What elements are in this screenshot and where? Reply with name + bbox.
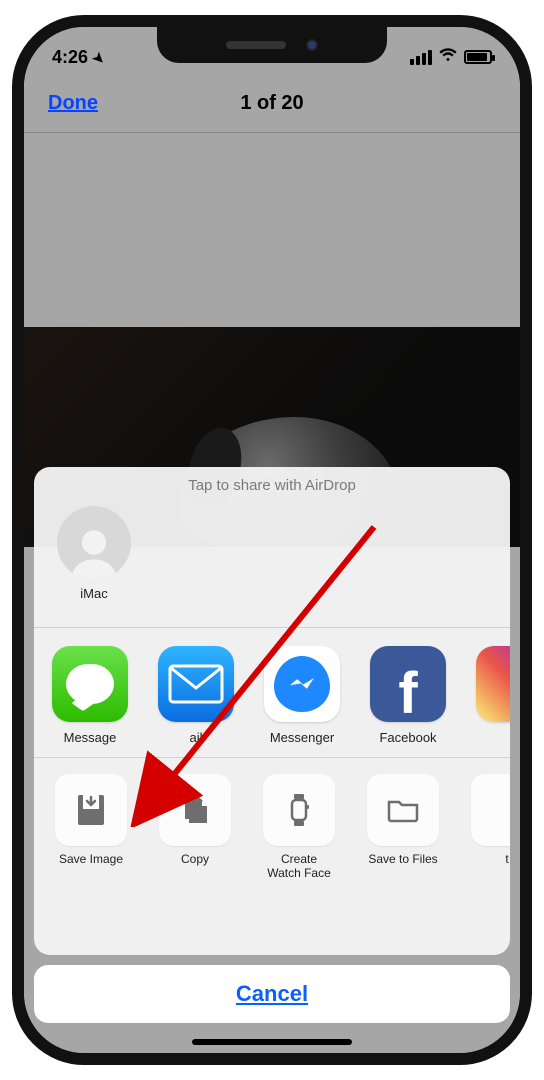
- share-sheet: Tap to share with AirDrop iMac Message: [34, 467, 510, 955]
- action-save-image[interactable]: Save Image: [48, 774, 134, 881]
- airdrop-hint: Tap to share with AirDrop: [34, 467, 510, 502]
- status-time: 4:26: [52, 47, 88, 67]
- action-more[interactable]: t: [464, 774, 510, 881]
- action-copy[interactable]: Copy: [152, 774, 238, 881]
- messenger-icon: [264, 646, 340, 722]
- airdrop-label: iMac: [50, 586, 138, 601]
- copy-icon: [159, 774, 231, 846]
- instagram-icon: [476, 646, 510, 722]
- message-icon: [52, 646, 128, 722]
- notch: [157, 27, 387, 63]
- page-title: 1 of 20: [240, 92, 303, 115]
- mail-icon: [158, 646, 234, 722]
- share-apps-row: Message ail Messenger f Facebook: [34, 628, 510, 757]
- share-app-message[interactable]: Message: [48, 646, 132, 745]
- cancel-button[interactable]: Cancel: [34, 965, 510, 1023]
- nav-bar: Done 1 of 20: [24, 75, 520, 133]
- facebook-icon: f: [370, 646, 446, 722]
- done-button[interactable]: Done: [48, 92, 98, 115]
- share-actions-row: Save Image Copy Create Watch Face: [34, 758, 510, 889]
- action-create-watch-face[interactable]: Create Watch Face: [256, 774, 342, 881]
- save-image-icon: [55, 774, 127, 846]
- battery-icon: [464, 50, 492, 64]
- share-app-mail[interactable]: ail: [154, 646, 238, 745]
- home-indicator[interactable]: [192, 1039, 352, 1045]
- person-icon: [57, 506, 131, 580]
- share-app-facebook[interactable]: f Facebook: [366, 646, 450, 745]
- more-icon: [471, 774, 510, 846]
- cellular-icon: [410, 50, 432, 65]
- share-app-messenger[interactable]: Messenger: [260, 646, 344, 745]
- location-icon: ➤: [89, 48, 109, 68]
- wifi-icon: [438, 48, 458, 67]
- iphone-frame: 4:26 ➤ Done 1 of 20 Tap to share with Ai…: [12, 15, 532, 1065]
- share-app-instagram[interactable]: I: [472, 646, 510, 745]
- action-save-to-files[interactable]: Save to Files: [360, 774, 446, 881]
- airdrop-target-imac[interactable]: iMac: [50, 506, 138, 601]
- watch-icon: [263, 774, 335, 846]
- folder-icon: [367, 774, 439, 846]
